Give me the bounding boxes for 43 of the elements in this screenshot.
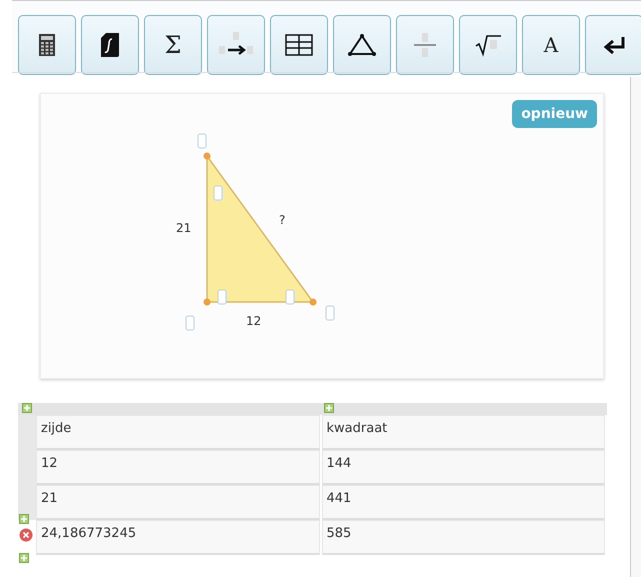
add-column-icon[interactable]: [324, 403, 334, 413]
text-button[interactable]: A: [522, 15, 580, 75]
handle-icon[interactable]: [218, 290, 226, 304]
table-cell: 21: [36, 485, 320, 520]
enter-icon: [603, 36, 625, 54]
calculator-button[interactable]: [18, 15, 76, 75]
fraction-button[interactable]: [396, 15, 454, 75]
arrow-button[interactable]: [207, 15, 265, 75]
table-cell: 24,186773245: [36, 520, 320, 555]
table-button[interactable]: [270, 15, 328, 75]
header-cell: kwadraat: [322, 415, 605, 450]
handle-icon[interactable]: [286, 290, 294, 304]
side-label: 21: [176, 221, 192, 235]
fraction-icon: [413, 31, 437, 59]
add-row-icon[interactable]: [19, 553, 29, 563]
arrow-icon: [219, 32, 253, 58]
sigma-icon: Σ: [164, 31, 182, 59]
handle-icon[interactable]: [326, 306, 334, 320]
table-icon: [285, 34, 313, 56]
root-button[interactable]: [459, 15, 517, 75]
header-cell: zijde: [36, 415, 320, 450]
triangle-button[interactable]: [333, 15, 391, 75]
handle-icon[interactable]: [186, 316, 194, 330]
square-root-icon: [474, 33, 502, 57]
function-button[interactable]: [81, 15, 139, 75]
enter-button[interactable]: [585, 15, 641, 75]
add-row-icon[interactable]: [19, 514, 29, 524]
triangle-icon: [347, 33, 377, 57]
delete-icon[interactable]: [19, 528, 33, 542]
letter-icon: A: [544, 33, 558, 57]
add-column-icon[interactable]: [22, 403, 32, 413]
handle-icon[interactable]: [214, 186, 222, 200]
handle-icon[interactable]: [198, 134, 206, 148]
sum-button[interactable]: Σ: [144, 15, 202, 75]
row-handle: [18, 415, 36, 450]
table-cell: 12: [36, 450, 320, 485]
function-icon: [101, 33, 119, 57]
table-cell: 585: [322, 520, 605, 555]
side-label: 12: [246, 314, 262, 328]
side-label: ?: [279, 213, 286, 227]
calculator-icon: [39, 34, 55, 56]
table-cell: 441: [322, 485, 605, 520]
table-cell: 144: [322, 450, 605, 485]
